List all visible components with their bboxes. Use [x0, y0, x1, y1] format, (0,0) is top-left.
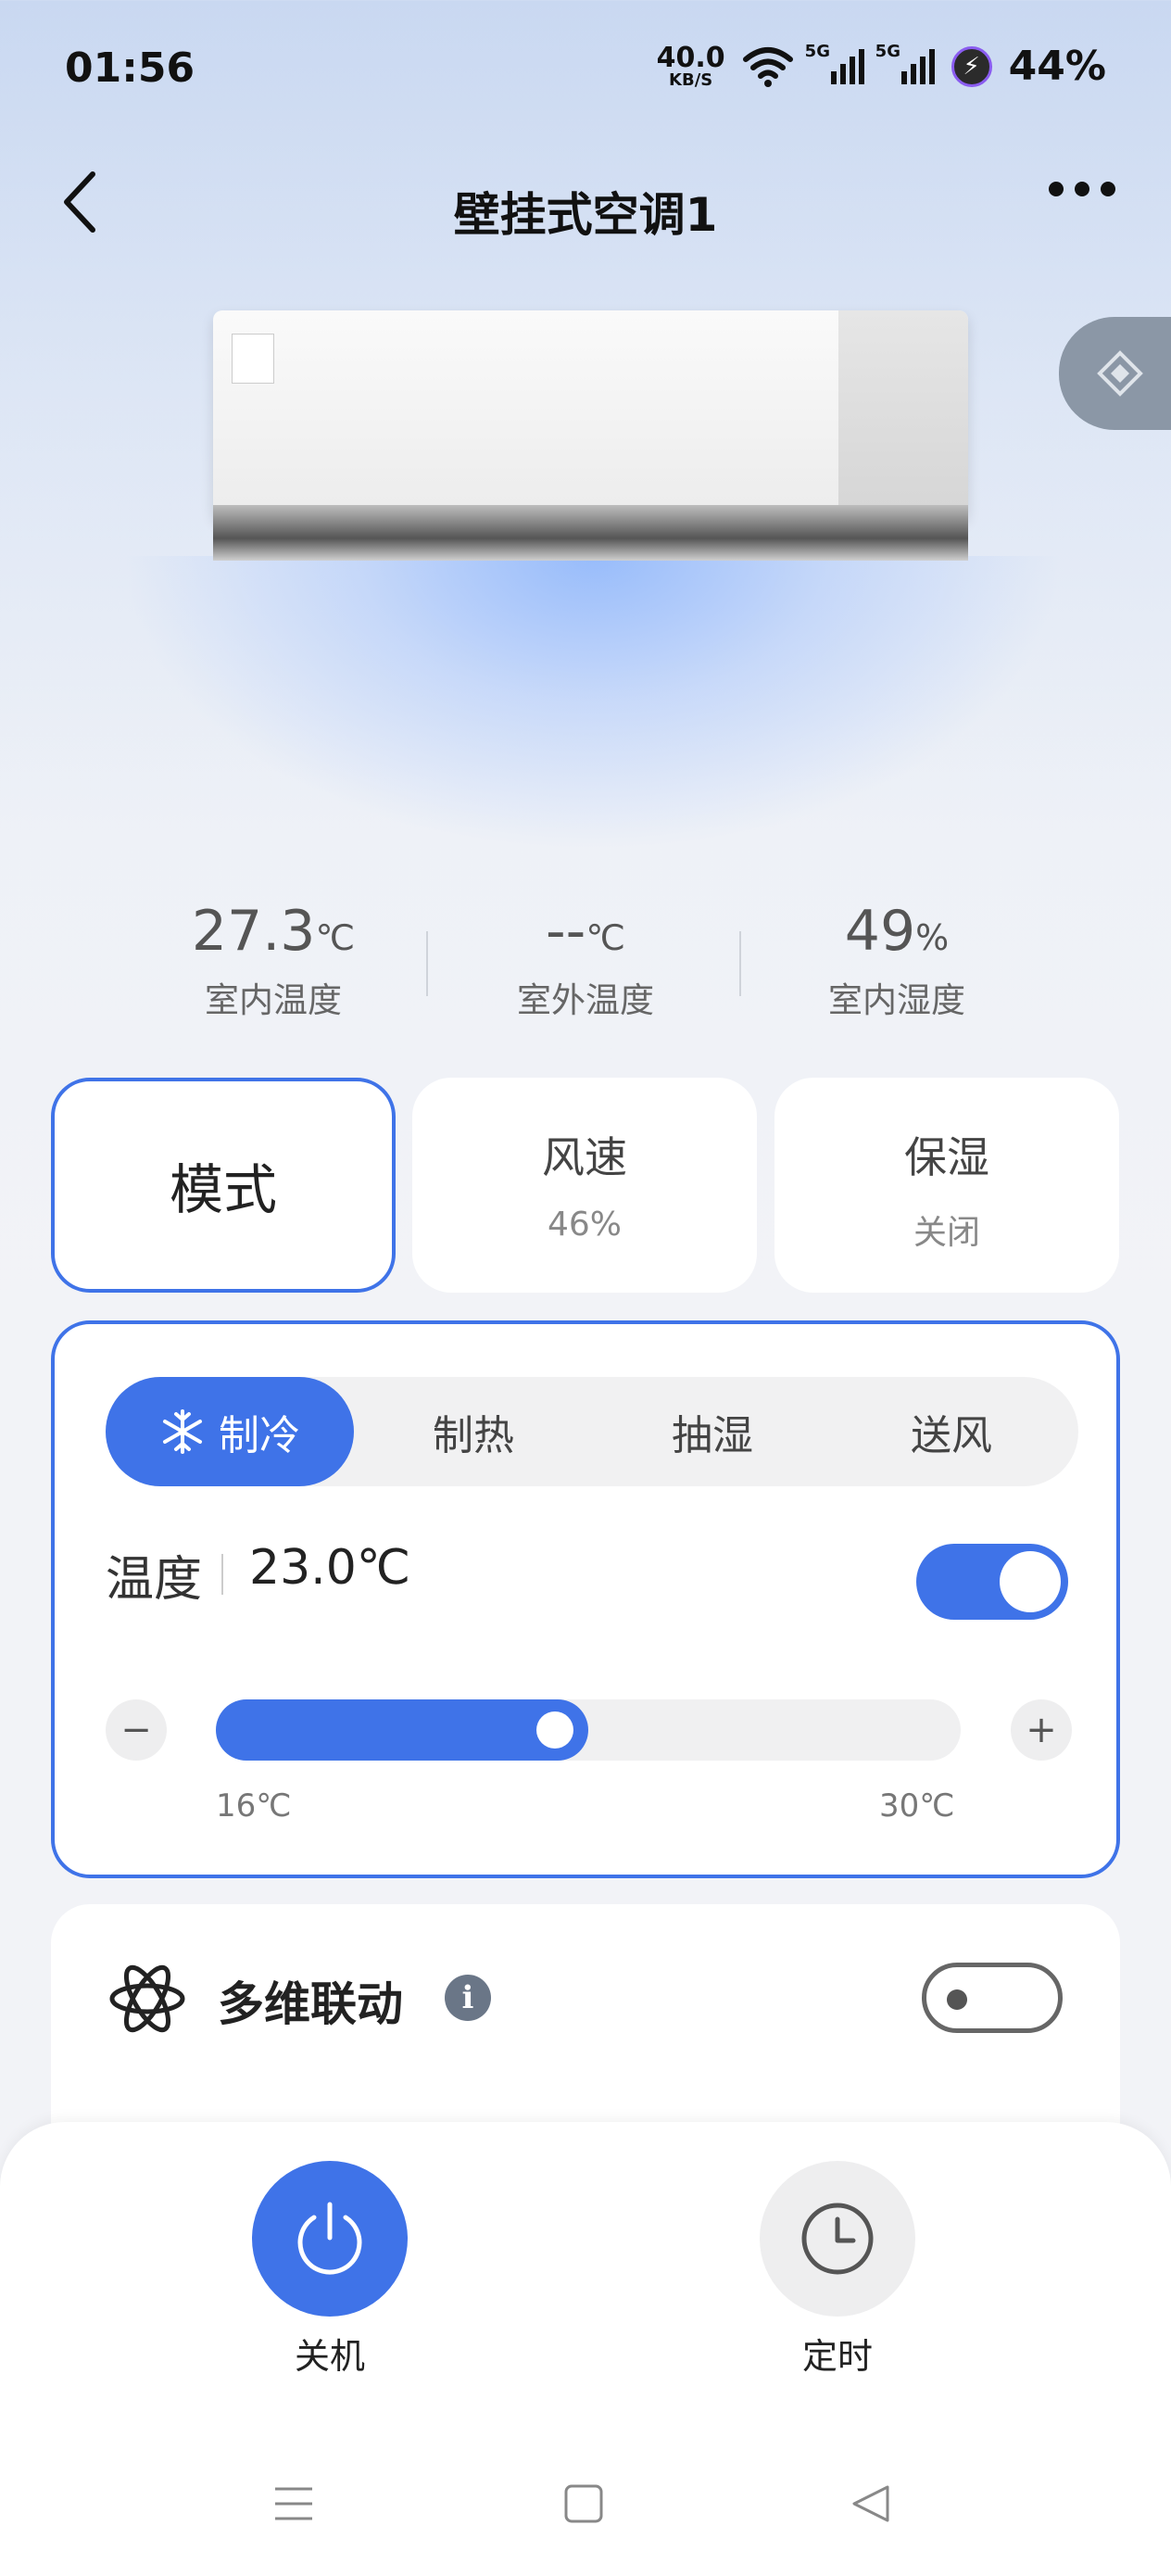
indoor-humidity-label: 室内湿度 — [828, 980, 965, 1020]
back-nav-icon[interactable] — [850, 2483, 891, 2524]
mode-card[interactable]: 模式 — [51, 1078, 396, 1293]
temp-max-label: 30℃ — [879, 1787, 955, 1825]
signal-type-2: 5G — [875, 41, 900, 61]
floating-device-button[interactable] — [1059, 317, 1171, 430]
cell-signal-icon-2: 5G — [875, 42, 935, 84]
temperature-toggle[interactable] — [916, 1544, 1068, 1620]
outdoor-temp-value: -- — [546, 899, 586, 964]
indoor-humidity-reading: 49% 室内湿度 — [786, 903, 1008, 1022]
fan-speed-title: 风速 — [542, 1132, 627, 1182]
outdoor-temp-label: 室外温度 — [517, 980, 654, 1020]
timer-label: 定时 — [801, 2336, 873, 2377]
bottom-action-sheet: 关机 定时 — [0, 2122, 1171, 2576]
signal-type-1: 5G — [804, 41, 830, 61]
battery-level: 44% — [1008, 43, 1106, 90]
temperature-value: 23.0℃ — [249, 1540, 411, 1596]
diamond-grid-icon — [1097, 350, 1143, 397]
more-icon — [1049, 182, 1064, 196]
linkage-toggle[interactable] — [922, 1963, 1063, 2033]
humidify-title: 保湿 — [904, 1132, 989, 1182]
tab-cool-label: 制冷 — [219, 1412, 300, 1459]
fan-speed-value: 46% — [547, 1206, 622, 1244]
clock-icon — [801, 2203, 874, 2275]
timer-button[interactable] — [760, 2161, 915, 2317]
temperature-slider[interactable] — [216, 1699, 961, 1761]
power-label: 关机 — [294, 2336, 365, 2377]
humidify-value: 关闭 — [913, 1214, 980, 1252]
ac-vent — [213, 505, 968, 561]
network-speed: 40.0 KB/S — [657, 44, 725, 89]
tab-fan[interactable]: 送风 — [832, 1377, 1071, 1486]
more-button[interactable] — [1049, 182, 1115, 196]
battery-charging-icon: ⚡ — [951, 45, 992, 87]
tab-dehumidify-label: 抽湿 — [672, 1412, 753, 1459]
indoor-humidity-unit: % — [915, 917, 950, 958]
divider — [426, 931, 428, 996]
page-title: 壁挂式空调1 — [453, 188, 718, 242]
slider-thumb[interactable] — [536, 1711, 573, 1749]
status-icons: 40.0 KB/S 5G 5G ⚡ 44% — [657, 42, 1106, 91]
outdoor-temp-reading: --℃ 室外温度 — [474, 903, 697, 1022]
indoor-temp-value: 27.3 — [191, 899, 316, 964]
net-speed-value: 40.0 — [656, 41, 725, 74]
atom-icon — [109, 1964, 185, 2033]
tab-fan-label: 送风 — [911, 1412, 992, 1459]
temp-decrease-button[interactable]: − — [106, 1699, 167, 1761]
temp-increase-button[interactable]: + — [1011, 1699, 1072, 1761]
net-speed-unit: KB/S — [669, 69, 713, 90]
tab-cool[interactable]: 制冷 — [106, 1377, 354, 1486]
power-icon — [297, 2202, 362, 2275]
ac-energy-label — [232, 334, 274, 384]
divider — [221, 1554, 223, 1595]
mode-tabs: 制冷 制热 抽湿 送风 — [106, 1377, 1078, 1486]
info-icon[interactable]: i — [445, 1975, 491, 2021]
temperature-label: 温度 — [106, 1552, 203, 1608]
cell-signal-icon: 5G — [805, 42, 864, 84]
indoor-temp-label: 室内温度 — [205, 980, 342, 1020]
indoor-temp-reading: 27.3℃ 室内温度 — [162, 903, 384, 1022]
slider-fill — [216, 1699, 588, 1761]
tab-heat[interactable]: 制热 — [354, 1377, 593, 1486]
mode-card-title: 模式 — [169, 1158, 277, 1221]
tab-heat-label: 制热 — [433, 1412, 514, 1459]
temp-min-label: 16℃ — [216, 1787, 292, 1825]
menu-icon[interactable] — [273, 2483, 314, 2524]
fan-speed-card[interactable]: 风速 46% — [412, 1078, 757, 1293]
humidify-card[interactable]: 保湿 关闭 — [774, 1078, 1119, 1293]
plus-icon: + — [1026, 1709, 1057, 1751]
indoor-temp-unit: ℃ — [315, 917, 356, 958]
outdoor-temp-unit: ℃ — [586, 917, 625, 958]
mode-panel: 制冷 制热 抽湿 送风 温度 23.0℃ − + 16℃ 30℃ — [51, 1320, 1120, 1878]
ac-display-panel — [838, 310, 968, 510]
minus-icon: − — [120, 1709, 152, 1751]
divider — [739, 931, 741, 996]
wifi-icon — [742, 46, 793, 87]
home-icon[interactable] — [563, 2483, 604, 2524]
snowflake-icon — [163, 1409, 202, 1454]
linkage-title: 多维联动 — [218, 1977, 403, 2031]
airflow-illustration — [120, 556, 1065, 852]
tab-dehumidify[interactable]: 抽湿 — [593, 1377, 832, 1486]
power-button[interactable] — [252, 2161, 408, 2317]
indoor-humidity-value: 49 — [844, 899, 916, 964]
status-time: 01:56 — [65, 44, 195, 92]
